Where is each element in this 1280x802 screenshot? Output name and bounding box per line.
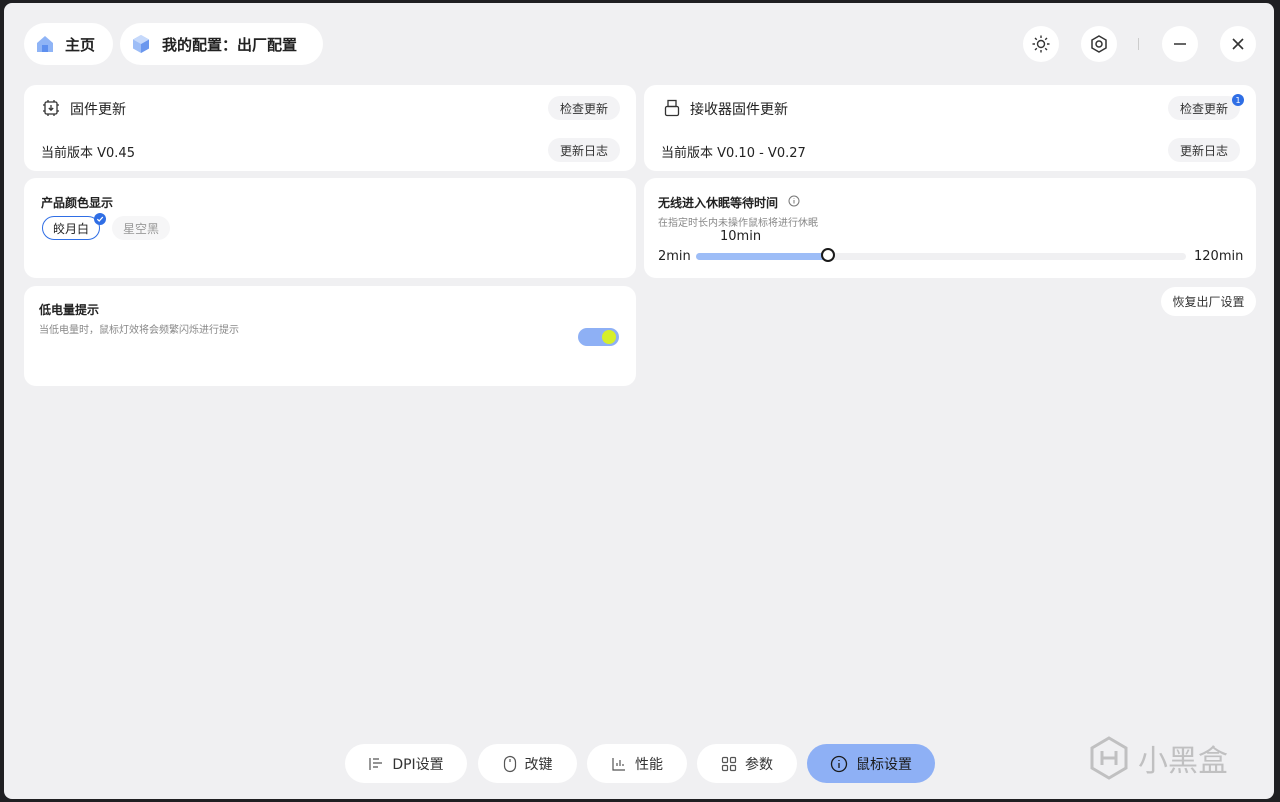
tab-key-remap[interactable]: 改键 — [478, 744, 577, 783]
minimize-button[interactable] — [1162, 26, 1198, 62]
color-display-card: 产品颜色显示 皎月白 星空黑 — [24, 178, 636, 278]
tab-parameters[interactable]: 参数 — [697, 744, 797, 783]
params-icon — [721, 756, 737, 772]
receiver-changelog-button[interactable]: 更新日志 — [1168, 138, 1240, 162]
info-icon — [830, 755, 848, 773]
dpi-icon — [368, 756, 384, 772]
tab-mouse-settings-label: 鼠标设置 — [856, 756, 912, 773]
mouse-icon — [503, 755, 517, 773]
tab-performance-label: 性能 — [635, 756, 663, 773]
watermark-text: 小黑盒 — [1138, 744, 1228, 779]
minimize-icon — [1172, 36, 1188, 52]
sleep-card: 无线进入休眠等待时间 在指定时长内未操作鼠标将进行休眠 10min 2min 1… — [644, 178, 1256, 278]
close-icon — [1230, 36, 1246, 52]
receiver-card: 接收器固件更新 检查更新 1 当前版本 V0.10 - V0.27 更新日志 — [644, 85, 1256, 171]
app-window: 主页 我的配置：出厂配置 固件更新 检查更新 当前版本 V0.45 更新日志 接… — [4, 3, 1274, 799]
config-selector[interactable]: 我的配置：出厂配置 — [120, 23, 323, 65]
cube-icon — [130, 33, 152, 55]
watermark-logo-icon — [1088, 735, 1130, 781]
slider-current-value: 10min — [720, 229, 762, 244]
gear-icon — [1089, 34, 1109, 54]
slider-min-label: 2min — [658, 249, 691, 264]
selected-check-icon — [94, 213, 106, 225]
header-divider — [1138, 38, 1139, 50]
usb-receiver-icon — [664, 99, 680, 117]
performance-icon — [611, 756, 627, 772]
low-battery-description: 当低电量时，鼠标灯效将会频繁闪烁进行提示 — [39, 325, 239, 336]
sleep-title: 无线进入休眠等待时间 — [658, 196, 779, 210]
toggle-knob — [602, 330, 616, 344]
watermark: 小黑盒 — [1088, 735, 1228, 781]
settings-button[interactable] — [1081, 26, 1117, 62]
receiver-version: 当前版本 V0.10 - V0.27 — [661, 146, 806, 161]
receiver-title: 接收器固件更新 — [690, 102, 788, 118]
tab-dpi-label: DPI设置 — [392, 756, 444, 773]
color-option-moon-white[interactable]: 皎月白 — [42, 216, 100, 240]
color-display-title: 产品颜色显示 — [41, 196, 114, 210]
firmware-icon — [42, 99, 60, 117]
slider-max-label: 120min — [1194, 249, 1244, 264]
color-option-star-black[interactable]: 星空黑 — [112, 216, 170, 240]
info-circle-icon[interactable] — [788, 195, 800, 207]
tab-performance[interactable]: 性能 — [587, 744, 687, 783]
tab-mouse-settings[interactable]: 鼠标设置 — [807, 744, 935, 783]
home-icon — [34, 33, 56, 55]
brightness-icon — [1031, 34, 1051, 54]
firmware-version: 当前版本 V0.45 — [41, 146, 135, 161]
low-battery-toggle[interactable] — [578, 328, 619, 346]
factory-reset-button[interactable]: 恢复出厂设置 — [1161, 287, 1256, 316]
sleep-slider-fill — [696, 253, 829, 260]
home-button[interactable]: 主页 — [24, 23, 113, 65]
low-battery-card: 低电量提示 当低电量时，鼠标灯效将会频繁闪烁进行提示 — [24, 286, 636, 386]
update-badge: 1 — [1232, 94, 1244, 106]
receiver-check-update-button[interactable]: 检查更新 — [1168, 96, 1240, 120]
config-label: 我的配置：出厂配置 — [162, 35, 298, 54]
low-battery-title: 低电量提示 — [39, 303, 100, 317]
tab-key-remap-label: 改键 — [524, 756, 553, 773]
lighting-button[interactable] — [1023, 26, 1059, 62]
firmware-title: 固件更新 — [70, 102, 126, 118]
sleep-slider-track[interactable] — [696, 248, 1186, 262]
tab-parameters-label: 参数 — [745, 756, 773, 773]
tab-dpi-settings[interactable]: DPI设置 — [345, 744, 467, 783]
firmware-changelog-button[interactable]: 更新日志 — [548, 138, 620, 162]
firmware-check-update-button[interactable]: 检查更新 — [548, 96, 620, 120]
home-label: 主页 — [65, 35, 96, 54]
close-button[interactable] — [1220, 26, 1256, 62]
sleep-description: 在指定时长内未操作鼠标将进行休眠 — [658, 218, 818, 229]
firmware-card: 固件更新 检查更新 当前版本 V0.45 更新日志 — [24, 85, 636, 171]
sleep-slider-thumb[interactable] — [821, 248, 836, 262]
